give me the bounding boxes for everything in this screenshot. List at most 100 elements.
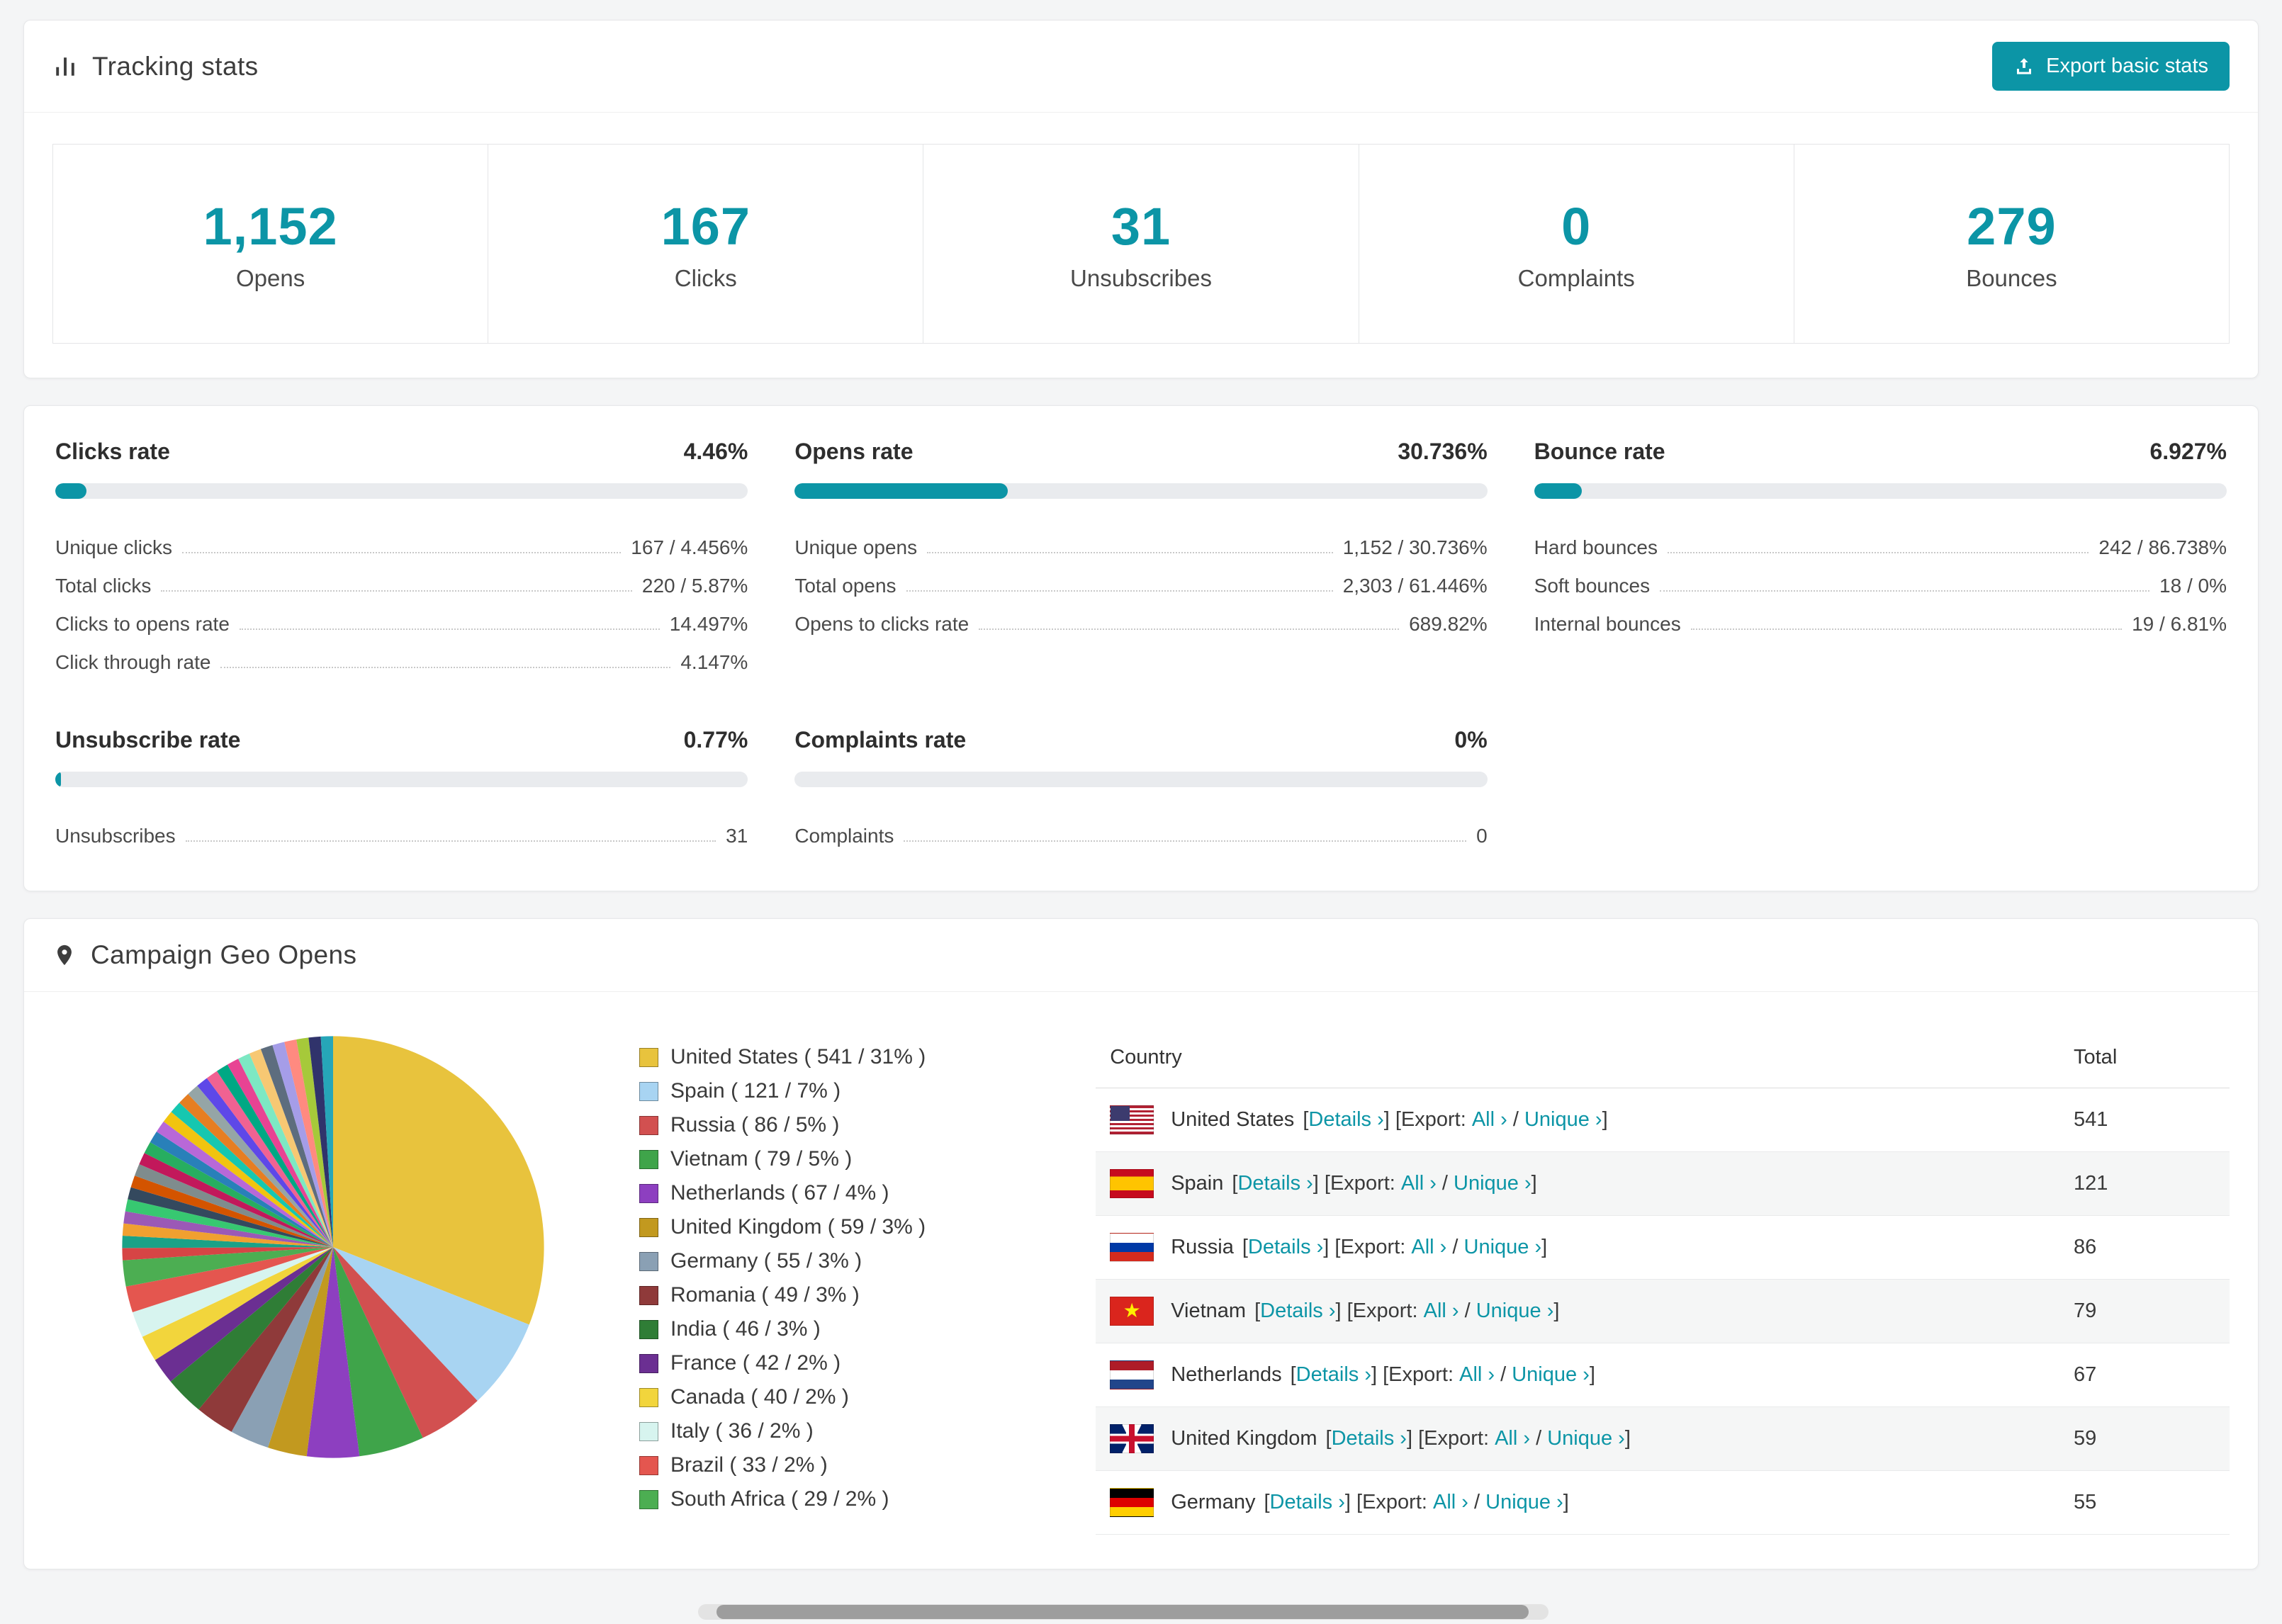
horizontal-scrollbar-track[interactable] <box>698 1604 1548 1620</box>
rate-value: 4.46% <box>683 439 748 464</box>
export-all-link[interactable]: All › <box>1495 1427 1530 1450</box>
details-link[interactable]: Details › <box>1237 1172 1313 1195</box>
rate-row-hard-bounces: Hard bounces 242 / 86.738% <box>1534 529 2227 567</box>
country-name: United States <box>1171 1108 1295 1131</box>
rate-row-value: 689.82% <box>1409 613 1488 635</box>
export-unique-link[interactable]: Unique › <box>1547 1427 1625 1450</box>
details-link[interactable]: Details › <box>1296 1363 1371 1387</box>
tracking-stats-card: Tracking stats Export basic stats 1,152 O… <box>23 20 2259 378</box>
export-unique-link[interactable]: Unique › <box>1454 1172 1531 1195</box>
details-link[interactable]: Details › <box>1308 1108 1383 1132</box>
rate-progress-fill <box>55 483 86 499</box>
bracket: [ <box>1325 1427 1332 1450</box>
rate-row-value: 242 / 86.738% <box>2098 536 2227 558</box>
stat-label: Bounces <box>1966 264 2057 291</box>
legend-label: South Africa ( 29 / 2% ) <box>670 1487 889 1511</box>
legend-swatch <box>639 1285 658 1305</box>
dotted-leader <box>927 552 1333 553</box>
bracket: ] [ <box>1383 1108 1401 1131</box>
export-unique-link[interactable]: Unique › <box>1512 1363 1590 1387</box>
total-cell: 55 <box>2059 1470 2230 1535</box>
slash: / <box>1446 1236 1464 1258</box>
table-row-germany: Germany [Details ›] [Export: All › / Uniq… <box>1096 1470 2230 1535</box>
table-row-russia: Russia [Details ›] [Export: All › / Uniqu… <box>1096 1215 2230 1280</box>
bracket: [ <box>1264 1491 1270 1513</box>
stat-label: Unsubscribes <box>1070 264 1212 291</box>
dotted-leader <box>1668 552 2089 553</box>
dotted-leader <box>239 628 660 630</box>
legend-item-india: India ( 46 / 3% ) <box>639 1312 926 1346</box>
legend-item-united-states: United States ( 541 / 31% ) <box>639 1040 926 1074</box>
rate-row-label: Hard bounces <box>1534 536 1658 558</box>
legend-item-italy: Italy ( 36 / 2% ) <box>639 1414 926 1448</box>
bracket: [ <box>1254 1299 1261 1322</box>
legend-swatch <box>639 1183 658 1203</box>
geo-opens-title-text: Campaign Geo Opens <box>91 940 357 969</box>
rate-row-total-opens: Total opens 2,303 / 61.446% <box>794 567 1487 605</box>
country-cell-inner: Russia [Details ›] [Export: All › / Uniqu… <box>1110 1233 2045 1262</box>
slash: / <box>1495 1363 1512 1386</box>
legend-swatch <box>639 1047 658 1067</box>
rate-row-unsubscribes: Unsubscribes 31 <box>55 817 748 855</box>
geo-pie-chart <box>113 1027 553 1467</box>
rate-progress-bar <box>55 772 748 787</box>
export-unique-link[interactable]: Unique › <box>1524 1108 1602 1132</box>
rate-panel-header: Complaints rate 0% <box>794 727 1487 753</box>
legend-item-france: France ( 42 / 2% ) <box>639 1346 926 1380</box>
legend-item-netherlands: Netherlands ( 67 / 4% ) <box>639 1176 926 1210</box>
legend-swatch <box>639 1455 658 1475</box>
tracking-stats-header: Tracking stats Export basic stats <box>24 21 2258 113</box>
table-row-netherlands: Netherlands[Details ›] [Export: All › / … <box>1096 1343 2230 1407</box>
legend-label: Netherlands ( 67 / 4% ) <box>670 1181 889 1205</box>
stat-value: 1,152 <box>203 196 338 256</box>
export-basic-stats-button[interactable]: Export basic stats <box>1992 42 2230 91</box>
rate-panel-opens-rate: Opens rate 30.736% Unique opens 1,152 / 30.… <box>794 439 1488 682</box>
bracket: ] [ <box>1371 1363 1389 1386</box>
export-all-link[interactable]: All › <box>1433 1491 1468 1514</box>
legend-item-brazil: Brazil ( 33 / 2% ) <box>639 1448 926 1482</box>
country-name: Germany <box>1171 1491 1256 1513</box>
rate-title: Opens rate <box>794 439 914 464</box>
rate-row-label: Total opens <box>794 575 896 597</box>
country-cell: Netherlands[Details ›] [Export: All › / … <box>1096 1343 2059 1407</box>
country-cell: Vietnam [Details ›] [Export: All › / Uniq… <box>1096 1279 2059 1343</box>
export-unique-link[interactable]: Unique › <box>1464 1236 1542 1259</box>
table-row-spain: Spain [Details ›] [Export: All › / Unique… <box>1096 1151 2230 1216</box>
rate-row-label: Soft bounces <box>1534 575 1651 597</box>
rate-progress-bar <box>1534 483 2227 499</box>
export-label: Export: <box>1400 1108 1472 1131</box>
horizontal-scrollbar-thumb[interactable] <box>716 1605 1529 1619</box>
rate-title: Complaints rate <box>794 727 967 752</box>
legend-item-romania: Romania ( 49 / 3% ) <box>639 1278 926 1312</box>
geo-opens-body: United States ( 541 / 31% ) Spain ( 121 /… <box>24 992 2258 1569</box>
details-link[interactable]: Details › <box>1332 1427 1407 1450</box>
export-all-link[interactable]: All › <box>1424 1299 1459 1323</box>
country-cell-inner: United Kingdom [Details ›] [Export: All ›… <box>1110 1424 2045 1453</box>
rate-row-value: 0 <box>1476 825 1488 847</box>
legend-label: Russia ( 86 / 5% ) <box>670 1113 840 1137</box>
rate-panel-bounce-rate: Bounce rate 6.927% Hard bounces 242 / 86.73… <box>1534 439 2227 682</box>
geo-table-header-row: Country Total <box>1096 1027 2230 1088</box>
export-all-link[interactable]: All › <box>1401 1172 1437 1195</box>
de-flag-icon <box>1110 1488 1154 1517</box>
stat-value: 0 <box>1561 196 1592 256</box>
legend-item-russia: Russia ( 86 / 5% ) <box>639 1108 926 1142</box>
export-unique-link[interactable]: Unique › <box>1476 1299 1554 1323</box>
rate-panel-header: Bounce rate 6.927% <box>1534 439 2227 465</box>
map-pin-icon <box>57 944 72 966</box>
export-all-link[interactable]: All › <box>1472 1108 1507 1132</box>
export-all-link[interactable]: All › <box>1459 1363 1495 1387</box>
rate-panel-header: Clicks rate 4.46% <box>55 439 748 465</box>
details-link[interactable]: Details › <box>1260 1299 1335 1323</box>
export-unique-link[interactable]: Unique › <box>1485 1491 1563 1514</box>
stat-box-bounces: 279 Bounces <box>1793 144 2230 344</box>
stat-box-unsubscribes: 31 Unsubscribes <box>923 144 1359 344</box>
details-link[interactable]: Details › <box>1248 1236 1323 1259</box>
geo-opens-header: Campaign Geo Opens <box>24 919 2258 992</box>
stat-value: 167 <box>661 196 751 256</box>
export-all-link[interactable]: All › <box>1411 1236 1446 1259</box>
export-label: Export: <box>1424 1427 1495 1450</box>
details-link[interactable]: Details › <box>1270 1491 1345 1514</box>
rates-grid: Clicks rate 4.46% Unique clicks 167 / 4.456… <box>55 439 2227 855</box>
legend-label: Vietnam ( 79 / 5% ) <box>670 1147 853 1171</box>
